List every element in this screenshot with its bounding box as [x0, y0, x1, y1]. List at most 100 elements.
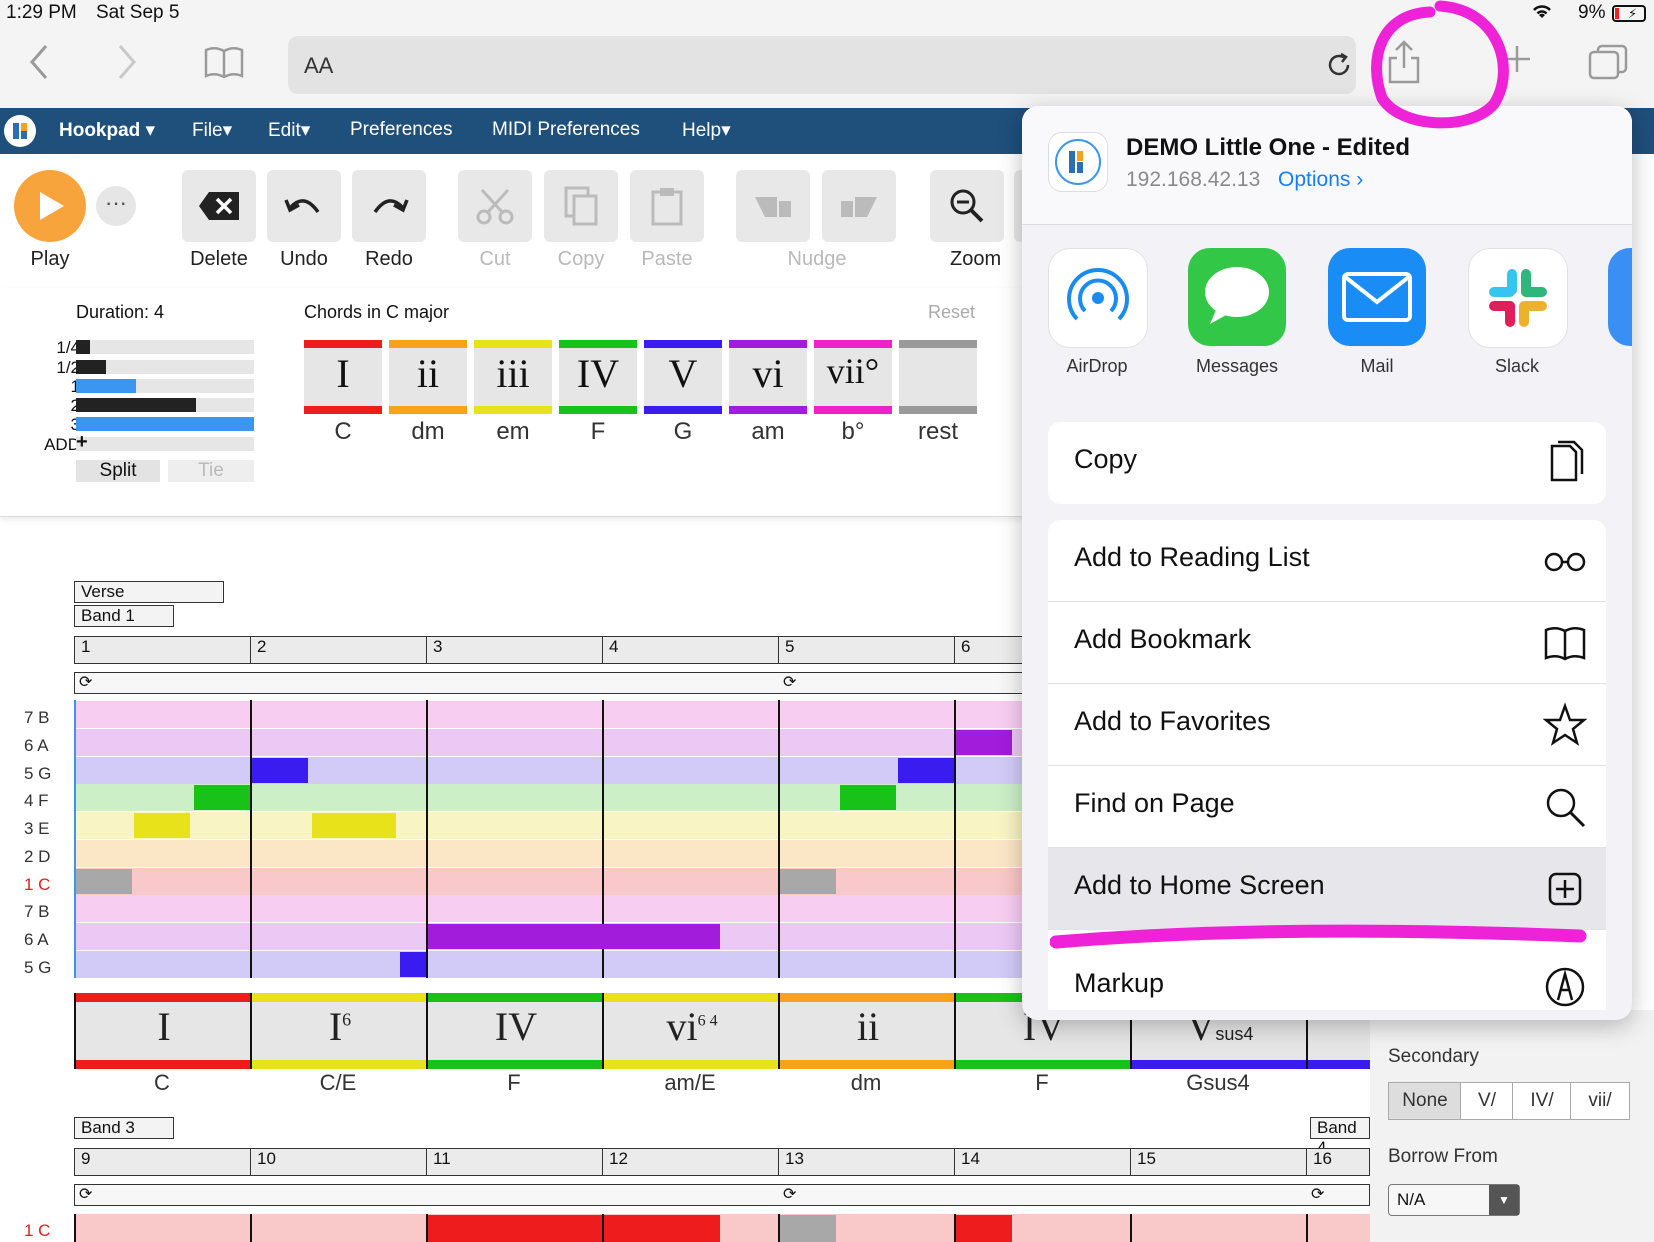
slack-app-button[interactable] [1468, 248, 1568, 348]
secondary-none-button[interactable]: None [1388, 1082, 1462, 1120]
options-link[interactable]: Options › [1278, 168, 1363, 192]
play-button[interactable] [14, 170, 86, 242]
progression-chord[interactable]: I [74, 993, 252, 1069]
note-block[interactable] [898, 758, 954, 783]
chord-button-iii[interactable]: iii [474, 340, 552, 414]
duration-option-add[interactable]: + [76, 431, 254, 453]
note-block[interactable] [840, 785, 896, 810]
menu-hookpad[interactable]: Hookpad ▾ [59, 119, 155, 142]
annotation-underline [1050, 924, 1587, 949]
reset-button[interactable]: Reset [928, 302, 975, 323]
note-block[interactable] [428, 924, 720, 949]
chord-name: dm [850, 1070, 882, 1095]
note-block[interactable] [956, 730, 1012, 755]
bookmarks-icon[interactable] [204, 46, 244, 85]
note-block[interactable] [428, 1215, 720, 1242]
delete-button[interactable] [182, 170, 256, 242]
progression-chord[interactable]: I6 [250, 993, 428, 1069]
secondary-iv-button[interactable]: IV/ [1512, 1082, 1572, 1120]
borrow-from-select[interactable]: N/A ▼ [1388, 1184, 1520, 1216]
measure-line [778, 1214, 780, 1242]
markup-action[interactable]: Markup [1048, 946, 1606, 1020]
chord-button-vi[interactable]: vi [729, 340, 807, 414]
more-app-button[interactable] [1608, 248, 1632, 346]
tie-button[interactable]: Tie [168, 460, 254, 482]
find-on-page-action[interactable]: Find on Page [1048, 766, 1606, 848]
paste-button[interactable] [630, 170, 704, 242]
chord-button-vii-dim[interactable]: vii° [814, 340, 892, 414]
band-label[interactable]: Band 1 [74, 605, 174, 627]
more-options-button[interactable]: ··· [96, 186, 136, 226]
duration-option-quarter[interactable] [76, 340, 254, 354]
section-verse-label[interactable]: Verse [74, 581, 224, 603]
messages-app-button[interactable] [1188, 248, 1286, 346]
reload-icon[interactable] [1324, 50, 1354, 85]
copy-action[interactable]: Copy [1048, 422, 1606, 504]
note-block[interactable] [312, 813, 396, 838]
duration-option-2[interactable] [76, 398, 254, 412]
menu-file[interactable]: File▾ [192, 119, 232, 142]
loop-icon[interactable]: ⟳ [1311, 1184, 1324, 1204]
progression-chord[interactable]: vi6 4 [602, 993, 780, 1069]
address-bar[interactable]: AA [288, 36, 1356, 94]
nudge-right-button[interactable] [822, 170, 896, 242]
airdrop-app-button[interactable] [1048, 248, 1148, 348]
note-lane[interactable] [76, 1214, 1372, 1242]
text-size-button[interactable]: AA [304, 53, 333, 79]
duration-option-half[interactable] [76, 360, 254, 374]
note-block[interactable] [194, 785, 250, 810]
menu-preferences[interactable]: Preferences [350, 119, 452, 141]
battery-icon: ⚡ [1612, 5, 1646, 22]
menu-edit[interactable]: Edit▾ [268, 119, 310, 142]
mail-app-button[interactable] [1328, 248, 1426, 346]
measure-line [954, 1214, 956, 1242]
play-label: Play [30, 248, 70, 270]
chord-button-IV[interactable]: IV [559, 340, 637, 414]
chord-name: dm [411, 418, 445, 445]
chord-button-I[interactable]: I [304, 340, 382, 414]
loop-icon[interactable]: ⟳ [79, 1184, 92, 1204]
duration-label: 1/2 [56, 358, 80, 377]
secondary-vii-button[interactable]: vii/ [1570, 1082, 1630, 1120]
add-bookmark-action[interactable]: Add Bookmark [1048, 602, 1606, 684]
duration-option-3[interactable] [76, 417, 254, 431]
tabs-icon[interactable] [1588, 44, 1628, 85]
chord-button-rest[interactable] [899, 340, 977, 414]
menu-midi-preferences[interactable]: MIDI Preferences [492, 119, 640, 141]
cut-button[interactable] [458, 170, 532, 242]
split-button[interactable]: Split [76, 460, 160, 482]
forward-icon[interactable] [114, 42, 140, 87]
menu-help[interactable]: Help▾ [682, 119, 731, 142]
note-block[interactable] [134, 813, 190, 838]
zoom-button[interactable] [930, 170, 1004, 242]
progression-chord[interactable]: IV [426, 993, 604, 1069]
playhead[interactable] [74, 700, 76, 978]
band-label[interactable]: Band 3 [74, 1117, 174, 1139]
band-label[interactable]: Band 4 [1310, 1117, 1370, 1157]
loop-icon[interactable]: ⟳ [783, 1184, 796, 1204]
duration-option-1[interactable] [76, 379, 254, 393]
site-icon [1048, 132, 1108, 192]
loop-icon[interactable]: ⟳ [79, 672, 92, 692]
add-to-reading-list-action[interactable]: Add to Reading List [1048, 520, 1606, 602]
secondary-v-button[interactable]: V/ [1460, 1082, 1514, 1120]
progression-chord[interactable]: ii [778, 993, 956, 1069]
note-block[interactable] [400, 952, 426, 977]
chord-name: C [154, 1070, 170, 1095]
copy-button[interactable] [544, 170, 618, 242]
note-block[interactable] [956, 1215, 1012, 1242]
note-block[interactable] [780, 1215, 836, 1242]
note-block[interactable] [252, 758, 308, 783]
redo-button[interactable] [352, 170, 426, 242]
note-block[interactable] [76, 869, 132, 894]
note-block[interactable] [780, 869, 836, 894]
chord-name: F [1035, 1070, 1049, 1095]
chord-button-ii[interactable]: ii [389, 340, 467, 414]
search-icon [1546, 788, 1586, 828]
chord-button-V[interactable]: V [644, 340, 722, 414]
loop-icon[interactable]: ⟳ [783, 672, 796, 692]
add-to-favorites-action[interactable]: Add to Favorites [1048, 684, 1606, 766]
nudge-left-button[interactable] [736, 170, 810, 242]
back-icon[interactable] [26, 42, 52, 87]
undo-button[interactable] [267, 170, 341, 242]
